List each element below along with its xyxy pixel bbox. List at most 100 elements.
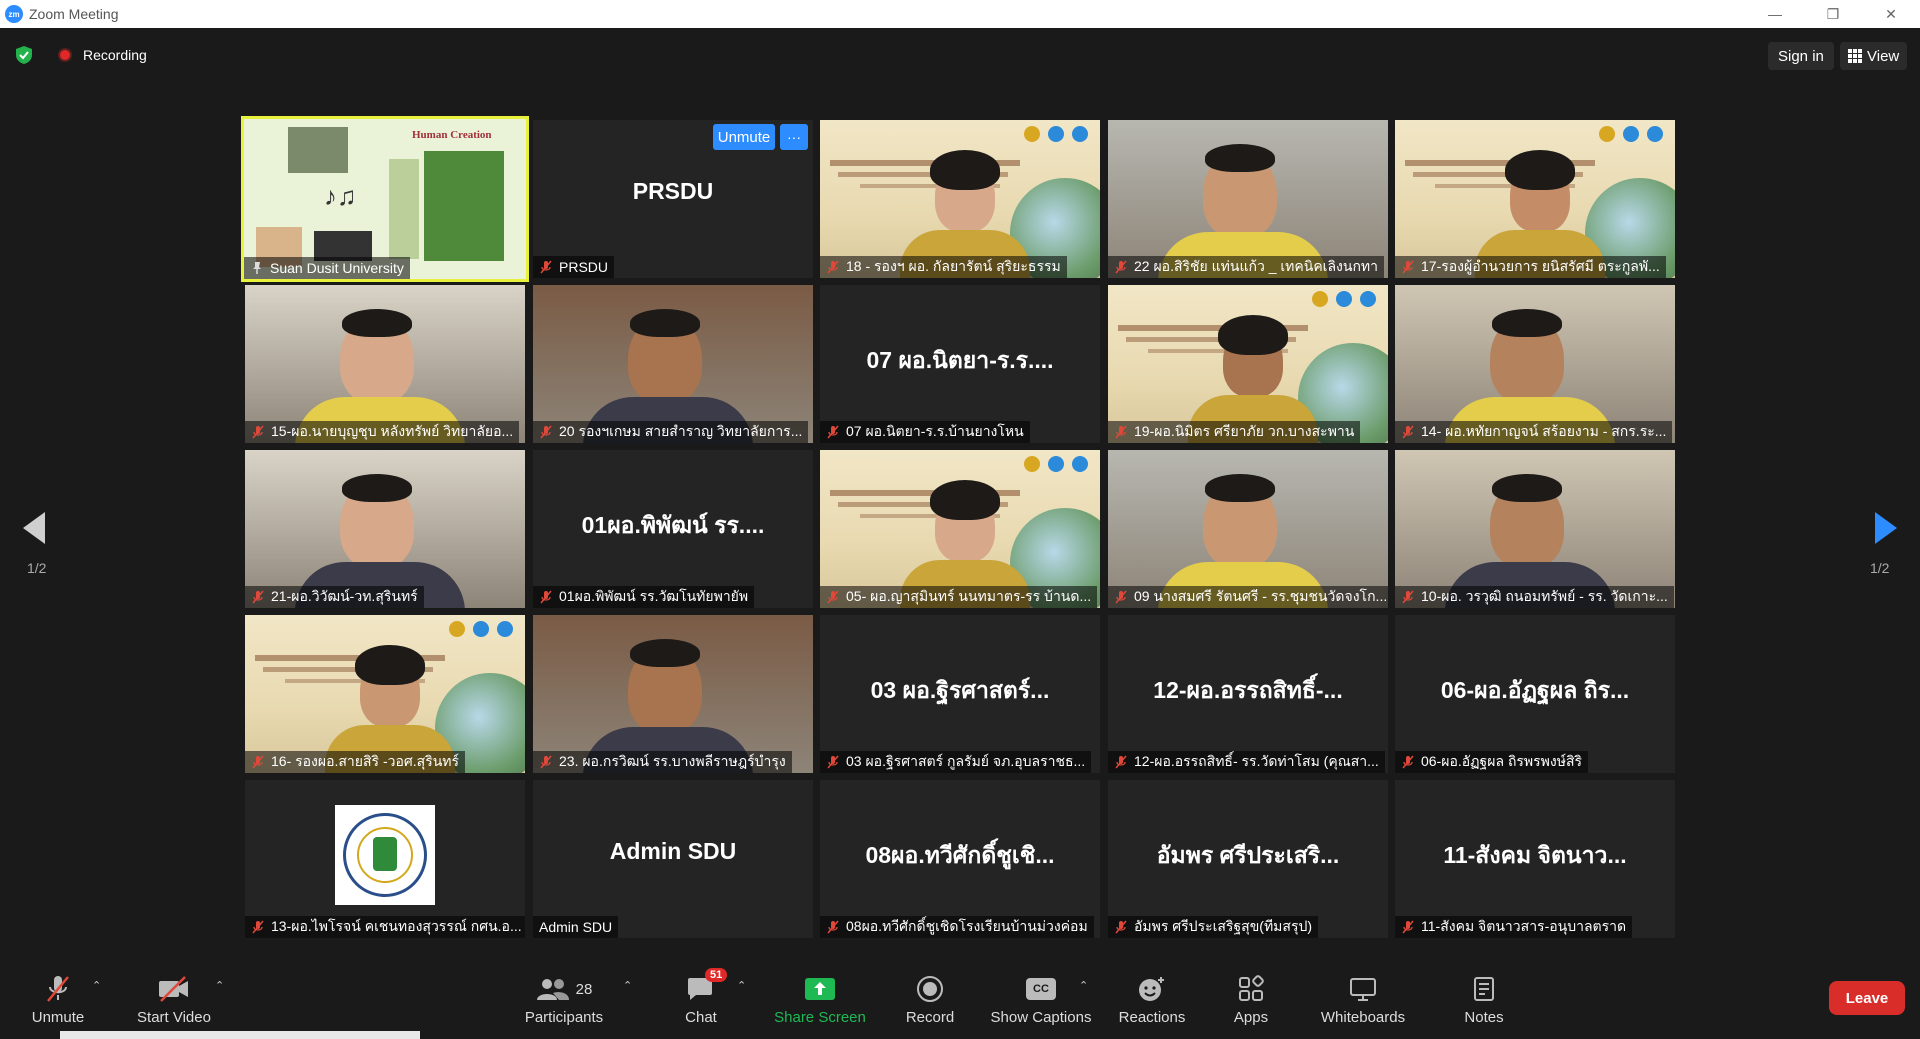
participant-name: 03 ผอ.ฐิรศาสตร์ กูลรัมย์ จภ.อุบลราชธ...	[846, 753, 1086, 769]
participant-name: 21-ผอ.วิวัฒน์-วท.สุรินทร์	[271, 588, 418, 604]
participant-nameplate: 09 นางสมศรี รัตนศรี - รร.ชุมชนวัดจงโก...	[1108, 586, 1388, 608]
video-tile[interactable]: ♪♫ Human Creation Suan Dusit University	[241, 116, 529, 282]
participant-hair	[342, 309, 412, 337]
unmute-label: Unmute	[31, 1009, 85, 1026]
record-button[interactable]: Record	[900, 973, 960, 1026]
participant-hair	[1492, 309, 1562, 337]
leave-meeting-button[interactable]: Leave	[1829, 981, 1905, 1015]
participant-nameplate: 06-ผอ.อัฏฐผล ถิรพรพงษ์สิริ	[1395, 751, 1589, 773]
previous-page-arrow-icon[interactable]	[23, 512, 45, 544]
muted-microphone-icon	[1402, 920, 1414, 934]
video-tile[interactable]: 23. ผอ.กรวิฒน์ รร.บางพลีราษฎร์บำรุง	[533, 615, 813, 773]
video-tile[interactable]: 22 ผอ.สิริชัย แท่นแก้ว _ เทคนิคเลิงนกทา	[1108, 120, 1388, 278]
notes-button[interactable]: Notes	[1462, 973, 1506, 1026]
participant-nameplate: 05- ผอ.ญาสุมินทร์ นนทมาตร-รร บ้านด...	[820, 586, 1098, 608]
participants-button[interactable]: 28 Participants	[522, 973, 606, 1026]
video-tile[interactable]: 18 - รองฯ ผอ. กัลยารัตน์ สุริยะธรรม	[820, 120, 1100, 278]
minimize-button[interactable]: —	[1746, 0, 1804, 28]
video-tile[interactable]: 12-ผอ.อรรถสิทธิ์-... 12-ผอ.อรรถสิทธิ์- รร…	[1108, 615, 1388, 773]
video-tile[interactable]: 01ผอ.พิพัฒน์ รร.... 01ผอ.พิพัฒน์ รร.วัฒโน…	[533, 450, 813, 608]
video-tile[interactable]: 09 นางสมศรี รัตนศรี - รร.ชุมชนวัดจงโก...	[1108, 450, 1388, 608]
participant-unmute-button[interactable]: Unmute	[713, 124, 775, 150]
video-tile[interactable]: 19-ผอ.นิมิตร ศรียาภัย วก.บางสะพาน	[1108, 285, 1388, 443]
restore-button[interactable]: ❐	[1804, 0, 1862, 28]
video-tile[interactable]: 16- รองผอ.สายสิริ -วอศ.สุรินทร์	[245, 615, 525, 773]
video-tile[interactable]: 21-ผอ.วิวัฒน์-วท.สุรินทร์	[245, 450, 525, 608]
participant-hair	[342, 474, 412, 502]
muted-microphone-icon	[252, 920, 264, 934]
muted-microphone-icon	[827, 755, 839, 769]
video-tile[interactable]: 15-ผอ.นายบุญชุบ หลังทรัพย์ วิทยาลัยอ...	[245, 285, 525, 443]
participant-name: 08ผอ.ทวีศักดิ์ชูเชิดโรงเรียนบ้านม่วงค่อม	[846, 918, 1088, 934]
participant-nameplate: อัมพร ศรีประเสริฐสุข(ทีมสรุป)	[1108, 916, 1319, 938]
unmute-button[interactable]: Unmute	[28, 973, 88, 1026]
video-tile[interactable]: 17-รองผู้อำนวยการ ยนิสรัศมี ตระกูลพั...	[1395, 120, 1675, 278]
page-indicator-right: 1/2	[1870, 560, 1890, 576]
video-tile[interactable]: 20 รองฯเกษม สายสำราญ วิทยาลัยการ...	[533, 285, 813, 443]
participant-display-name: 03 ผอ.ฐิรศาสตร์...	[870, 677, 1050, 703]
video-tile[interactable]: 03 ผอ.ฐิรศาสตร์... 03 ผอ.ฐิรศาสตร์ กูลรัม…	[820, 615, 1100, 773]
whiteboards-label: Whiteboards	[1320, 1009, 1406, 1026]
next-page-arrow-icon[interactable]	[1875, 512, 1897, 544]
participant-name: 07 ผอ.นิตยา-ร.ร.บ้านยางโหน	[846, 423, 1024, 439]
video-tile[interactable]: อัมพร ศรีประเสริ... อัมพร ศรีประเสริฐสุข(…	[1108, 780, 1388, 938]
chat-caret-icon[interactable]: ⌃	[737, 979, 746, 992]
participant-nameplate: 11-สังคม จิตนาวสาร-อนุบาลตราด	[1395, 916, 1633, 938]
participant-nameplate: 23. ผอ.กรวิฒน์ รร.บางพลีราษฎร์บำรุง	[533, 751, 792, 773]
muted-microphone-icon	[252, 590, 264, 604]
participant-nameplate: 12-ผอ.อรรถสิทธิ์- รร.วัดท่าโสม (คุณสา...	[1108, 751, 1385, 773]
participant-name: 09 นางสมศรี รัตนศรี - รร.ชุมชนวัดจงโก...	[1134, 588, 1388, 604]
share-screen-button[interactable]: Share Screen	[772, 973, 868, 1026]
microphone-muted-icon	[47, 976, 69, 1002]
muted-microphone-icon	[827, 590, 839, 604]
reactions-button[interactable]: Reactions	[1117, 973, 1187, 1026]
participant-hair	[930, 150, 1000, 190]
audio-options-caret-icon[interactable]: ⌃	[92, 979, 101, 992]
participant-display-name: 08ผอ.ทวีศักดิ์ชูเชิ...	[865, 842, 1055, 868]
muted-microphone-icon	[827, 920, 839, 934]
participants-caret-icon[interactable]: ⌃	[623, 979, 632, 992]
participant-name: 17-รองผู้อำนวยการ ยนิสรัศมี ตระกูลพั...	[1421, 258, 1660, 274]
closed-captions-icon: CC	[1026, 978, 1056, 1000]
participant-name: อัมพร ศรีประเสริฐสุข(ทีมสรุป)	[1134, 918, 1313, 934]
start-video-button[interactable]: Start Video	[134, 973, 214, 1026]
muted-microphone-icon	[827, 425, 839, 439]
slide-title: Human Creation	[412, 129, 492, 141]
apps-icon	[1239, 975, 1264, 1001]
window-titlebar: zm Zoom Meeting — ❐ ✕	[0, 0, 1920, 28]
muted-microphone-icon	[252, 755, 264, 769]
participant-name: 13-ผอ.ไพโรจน์ คเชนทองสุวรรณ์ กศน.อ...	[271, 918, 522, 934]
video-options-caret-icon[interactable]: ⌃	[215, 979, 224, 992]
participant-name: PRSDU	[559, 259, 609, 275]
participant-nameplate: 17-รองผู้อำนวยการ ยนิสรัศมี ตระกูลพั...	[1395, 256, 1666, 278]
participant-name: 20 รองฯเกษม สายสำราญ วิทยาลัยการ...	[559, 423, 803, 439]
participant-nameplate: 16- รองผอ.สายสิริ -วอศ.สุรินทร์	[245, 751, 466, 773]
participant-name: 16- รองผอ.สายสิริ -วอศ.สุรินทร์	[271, 753, 460, 769]
video-tile[interactable]: 13-ผอ.ไพโรจน์ คเชนทองสุวรรณ์ กศน.อ...	[245, 780, 525, 938]
participant-nameplate: Admin SDU	[533, 916, 619, 938]
sign-in-button[interactable]: Sign in	[1768, 42, 1834, 70]
apps-button[interactable]: Apps	[1231, 973, 1271, 1026]
video-tile[interactable]: 07 ผอ.นิตยา-ร.ร.... 07 ผอ.นิตยา-ร.ร.บ้านย…	[820, 285, 1100, 443]
whiteboards-button[interactable]: Whiteboards	[1316, 973, 1410, 1026]
video-tile[interactable]: Admin SDU Admin SDU	[533, 780, 813, 938]
participant-more-button[interactable]: ···	[780, 124, 808, 150]
pin-icon	[253, 262, 261, 274]
captions-caret-icon[interactable]: ⌃	[1079, 979, 1088, 992]
participant-display-name: 12-ผอ.อรรถสิทธิ์-...	[1153, 677, 1343, 703]
participant-hair	[355, 645, 425, 685]
video-tile[interactable]: 10-ผอ. วรวุฒิ ถนอมทรัพย์ - รร. วัดเกาะ..…	[1395, 450, 1675, 608]
encryption-shield-icon[interactable]	[16, 46, 32, 64]
video-tile[interactable]: 05- ผอ.ญาสุมินทร์ นนทมาตร-รร บ้านด...	[820, 450, 1100, 608]
video-tile[interactable]: 06-ผอ.อัฏฐผล ถิร... 06-ผอ.อัฏฐผล ถิรพรพงษ…	[1395, 615, 1675, 773]
participant-display-name: 01ผอ.พิพัฒน์ รร....	[581, 512, 765, 538]
video-tile[interactable]: 11-สังคม จิตนาว... 11-สังคม จิตนาวสาร-อนุ…	[1395, 780, 1675, 938]
view-button[interactable]: View	[1840, 42, 1908, 70]
video-tile[interactable]: 08ผอ.ทวีศักดิ์ชูเชิ... 08ผอ.ทวีศักดิ์ชูเช…	[820, 780, 1100, 938]
participant-display-name: PRSDU	[632, 178, 714, 204]
meeting-toolbar: Unmute ⌃ Start Video ⌃ 28 Participants ⌃	[0, 955, 1920, 1039]
notes-icon	[1474, 977, 1494, 1001]
participant-name: 22 ผอ.สิริชัย แท่นแก้ว _ เทคนิคเลิงนกทา	[1134, 258, 1379, 274]
close-button[interactable]: ✕	[1862, 0, 1920, 28]
video-tile[interactable]: 14- ผอ.หทัยกาญจน์ สร้อยงาม - สกร.ระ...	[1395, 285, 1675, 443]
